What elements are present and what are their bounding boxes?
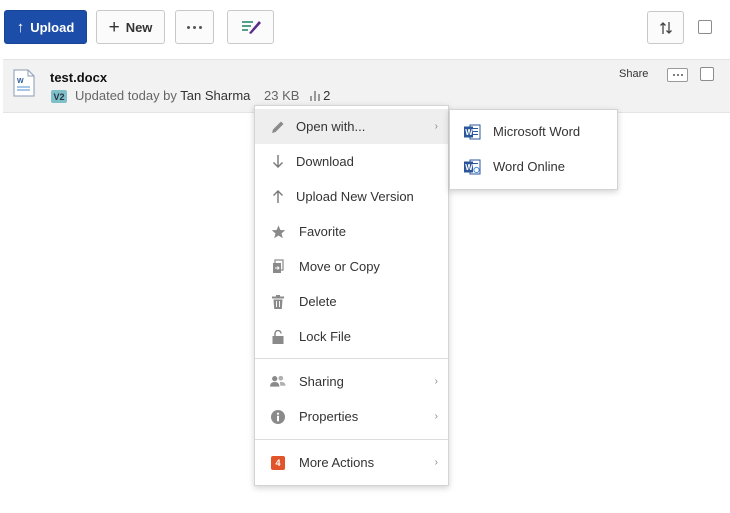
file-size: 23 KB bbox=[264, 88, 300, 103]
menu-item-label: Properties bbox=[299, 409, 359, 424]
submenu-item-label: Word Online bbox=[493, 159, 566, 174]
upload-button[interactable]: ↑ Upload bbox=[4, 10, 87, 44]
more-options-button[interactable] bbox=[175, 10, 214, 44]
chevron-right-icon: › bbox=[434, 121, 438, 132]
menu-item-more-actions[interactable]: 4 More Actions › bbox=[255, 445, 448, 480]
share-link[interactable]: Share bbox=[619, 68, 648, 80]
submenu-item-microsoft-word[interactable]: W Microsoft Word bbox=[450, 114, 617, 149]
word-online-icon: W bbox=[464, 159, 481, 174]
menu-divider bbox=[255, 358, 448, 359]
lock-icon bbox=[270, 329, 286, 345]
sign-button[interactable] bbox=[227, 10, 274, 44]
menu-item-label: More Actions bbox=[299, 455, 375, 470]
toolbar: ↑ Upload + New bbox=[0, 0, 730, 56]
pencil-icon bbox=[270, 119, 286, 135]
word-icon: W bbox=[464, 124, 481, 139]
chevron-right-icon: › bbox=[434, 411, 438, 422]
word-document-icon: W bbox=[13, 69, 35, 97]
menu-item-upload-new-version[interactable]: Upload New Version bbox=[255, 179, 448, 214]
upload-button-label: Upload bbox=[30, 19, 75, 35]
context-menu: Open with... › Download Upload New Versi… bbox=[254, 105, 449, 486]
ellipsis-icon bbox=[187, 25, 202, 29]
star-icon bbox=[270, 224, 286, 240]
updated-text: Updated today by bbox=[75, 88, 177, 103]
menu-divider bbox=[255, 439, 448, 440]
file-name[interactable]: test.docx bbox=[50, 70, 107, 85]
menu-item-label: Favorite bbox=[299, 224, 346, 239]
arrow-up-icon bbox=[270, 189, 286, 205]
row-more-button[interactable] bbox=[667, 68, 688, 82]
info-icon bbox=[270, 409, 286, 425]
menu-item-sharing[interactable]: Sharing › bbox=[255, 364, 448, 399]
menu-item-download[interactable]: Download bbox=[255, 144, 448, 179]
ellipsis-icon bbox=[672, 74, 683, 76]
arrow-down-icon bbox=[270, 154, 286, 170]
owner-name[interactable]: Tan Sharma bbox=[180, 88, 250, 103]
menu-item-open-with[interactable]: Open with... › bbox=[255, 109, 448, 144]
chevron-right-icon: › bbox=[434, 457, 438, 468]
menu-item-label: Sharing bbox=[299, 374, 344, 389]
menu-item-label: Download bbox=[296, 154, 354, 169]
apps-badge-icon: 4 bbox=[270, 455, 286, 471]
menu-item-label: Move or Copy bbox=[299, 259, 380, 274]
file-meta: Updated today by Tan Sharma 23 KB 2 bbox=[75, 88, 330, 103]
menu-item-favorite[interactable]: Favorite bbox=[255, 214, 448, 249]
new-button-label: New bbox=[125, 19, 153, 35]
menu-item-properties[interactable]: Properties › bbox=[255, 399, 448, 434]
trash-icon bbox=[270, 294, 286, 310]
chevron-right-icon: › bbox=[434, 376, 438, 387]
sort-button[interactable] bbox=[647, 11, 684, 44]
new-button[interactable]: + New bbox=[96, 10, 165, 44]
submenu-item-label: Microsoft Word bbox=[493, 124, 581, 139]
menu-item-label: Upload New Version bbox=[296, 189, 414, 204]
move-copy-icon bbox=[270, 259, 286, 275]
sort-icon bbox=[659, 21, 672, 34]
svg-text:W: W bbox=[465, 163, 473, 172]
menu-item-label: Delete bbox=[299, 294, 337, 309]
arrow-up-icon: ↑ bbox=[16, 18, 25, 36]
more-actions-badge: 4 bbox=[271, 455, 285, 470]
submenu-item-word-online[interactable]: W Word Online bbox=[450, 149, 617, 184]
view-count[interactable]: 2 bbox=[323, 88, 330, 103]
bar-chart-icon bbox=[310, 91, 321, 101]
menu-item-label: Open with... bbox=[296, 119, 366, 134]
people-icon bbox=[270, 374, 286, 390]
plus-icon: + bbox=[108, 16, 120, 38]
signature-icon bbox=[241, 21, 261, 34]
open-with-submenu: W Microsoft Word W Word Online bbox=[449, 109, 618, 190]
select-all-checkbox[interactable] bbox=[698, 20, 712, 34]
menu-item-move-or-copy[interactable]: Move or Copy bbox=[255, 249, 448, 284]
svg-text:W: W bbox=[17, 78, 24, 85]
menu-item-delete[interactable]: Delete bbox=[255, 284, 448, 319]
menu-item-label: Lock File bbox=[299, 329, 352, 344]
menu-item-lock-file[interactable]: Lock File bbox=[255, 319, 448, 354]
svg-text:W: W bbox=[465, 128, 473, 137]
row-checkbox[interactable] bbox=[700, 67, 714, 81]
version-badge[interactable]: V2 bbox=[51, 90, 67, 103]
